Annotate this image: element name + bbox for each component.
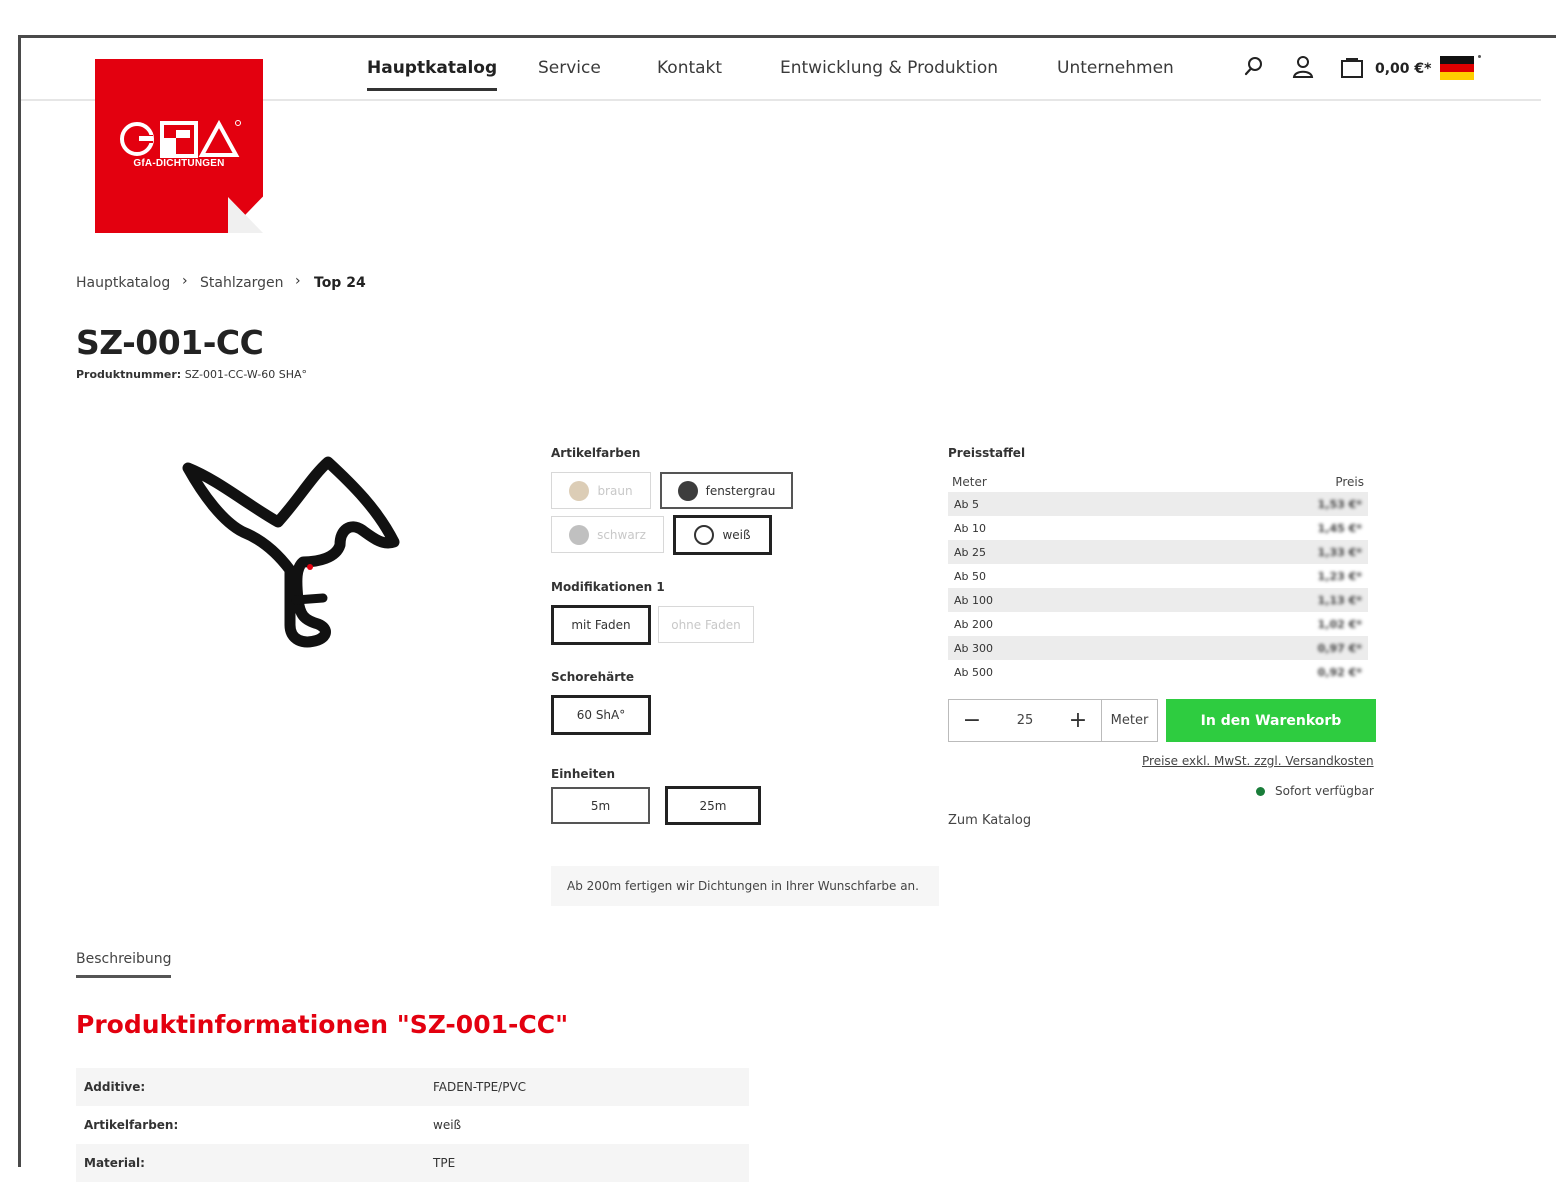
price-row: Ab 10 1,45 €*: [948, 516, 1368, 540]
color-option-schwarz[interactable]: schwarz: [551, 516, 664, 553]
col-price: Preis: [1335, 475, 1364, 489]
price-row: Ab 50 1,23 €*: [948, 564, 1368, 588]
cart-total[interactable]: 0,00 €*: [1375, 61, 1431, 77]
logo-fold-corner: [228, 197, 263, 233]
attr-value: FADEN-TPE/PVC: [433, 1080, 527, 1094]
price-row: Ab 25 1,33 €*: [948, 540, 1368, 564]
tab-beschreibung[interactable]: Beschreibung: [76, 951, 172, 967]
attr-value: weiß: [433, 1118, 462, 1132]
price-table-title: Preisstaffel: [948, 446, 1026, 460]
price-row-meter: Ab 500: [954, 665, 993, 679]
color-label-braun: braun: [597, 483, 633, 498]
price-row: Ab 500 0,92 €*: [948, 660, 1368, 684]
price-row-meter: Ab 25: [954, 545, 987, 559]
price-row-price: 1,23 €*: [1317, 569, 1362, 583]
product-number-label: Produktnummer:: [76, 368, 182, 381]
custom-color-notice: Ab 200m fertigen wir Dichtungen in Ihrer…: [551, 866, 939, 906]
hardness-label: Schorehärte: [551, 670, 635, 684]
product-image[interactable]: [178, 450, 408, 660]
quantity-unit: Meter: [1101, 700, 1157, 741]
breadcrumb-stahlzargen[interactable]: Stahlzargen: [200, 275, 284, 291]
price-row-price: 1,13 €*: [1317, 593, 1362, 607]
mod-option-ohne-faden[interactable]: ohne Faden: [658, 606, 754, 643]
status-dot-icon: [1256, 786, 1265, 796]
mod-option-mit-faden[interactable]: mit Faden: [551, 605, 651, 645]
tax-shipping-link[interactable]: Preise exkl. MwSt. zzgl. Versandkosten: [1142, 754, 1374, 768]
color-option-fenstergrau[interactable]: fenstergrau: [660, 472, 793, 509]
unit-option-25m[interactable]: 25m: [665, 786, 761, 825]
price-row-price: 0,92 €*: [1317, 665, 1362, 679]
breadcrumb-hauptkatalog[interactable]: Hauptkatalog: [76, 275, 170, 291]
chevron-right-icon: ›: [295, 273, 301, 289]
table-row: Additive: FADEN-TPE/PVC: [76, 1068, 749, 1106]
attr-key: Artikelfarben:: [84, 1118, 179, 1132]
product-number: Produktnummer: SZ-001-CC-W-60 SHA°: [76, 368, 307, 381]
add-to-cart-button[interactable]: In den Warenkorb: [1166, 699, 1376, 742]
price-row: Ab 200 1,02 €*: [948, 612, 1368, 636]
color-option-weiss[interactable]: weiß: [673, 515, 772, 555]
product-number-value: SZ-001-CC-W-60 SHA°: [184, 368, 308, 381]
price-row-meter: Ab 200: [954, 617, 993, 631]
swatch-braun: [569, 480, 590, 501]
nav-unternehmen[interactable]: Unternehmen: [1057, 58, 1174, 78]
price-row: Ab 100 1,13 €*: [948, 588, 1368, 612]
attr-value: TPE: [433, 1156, 456, 1170]
attr-key: Material:: [84, 1156, 145, 1170]
col-meter: Meter: [952, 475, 987, 489]
table-row: Artikelfarben: weiß: [76, 1106, 749, 1144]
product-info-heading: Produktinformationen "SZ-001-CC": [76, 1010, 569, 1039]
quantity-input[interactable]: 25: [995, 700, 1055, 741]
minus-icon[interactable]: −: [949, 700, 995, 741]
attributes-table: Additive: FADEN-TPE/PVC Artikelfarben: w…: [76, 1068, 749, 1182]
price-row-meter: Ab 300: [954, 641, 993, 655]
table-row: Material: TPE: [76, 1144, 749, 1182]
flag-germany-icon[interactable]: [1440, 56, 1474, 80]
price-table: Meter Preis Ab 5 1,53 €* Ab 10 1,45 €* Ab …: [948, 472, 1368, 684]
nav-entwicklung-produktion[interactable]: Entwicklung & Produktion: [780, 58, 998, 78]
swatch-weiss: [694, 525, 715, 545]
attr-key: Additive:: [84, 1080, 146, 1094]
cart-icon[interactable]: [1340, 55, 1364, 79]
color-option-braun[interactable]: braun: [551, 472, 651, 509]
colors-label: Artikelfarben: [551, 446, 641, 460]
color-label-weiss: weiß: [722, 528, 751, 542]
availability-text: Sofort verfügbar: [1275, 784, 1374, 798]
availability-status: Sofort verfügbar: [1256, 784, 1374, 798]
price-row-meter: Ab 50: [954, 569, 987, 583]
breadcrumb-top-24[interactable]: Top 24: [314, 275, 366, 291]
back-to-catalog-link[interactable]: Zum Katalog: [948, 813, 1031, 828]
language-dropdown-indicator[interactable]: [1478, 55, 1481, 58]
user-icon[interactable]: [1292, 55, 1314, 79]
price-table-header: Meter Preis: [948, 472, 1368, 492]
color-label-fenstergrau: fenstergrau: [705, 483, 776, 498]
chevron-right-icon: ›: [182, 273, 188, 289]
hardness-option-60[interactable]: 60 ShA°: [551, 695, 651, 735]
price-row-meter: Ab 100: [954, 593, 993, 607]
gfa-logo-mark-icon: [120, 119, 241, 158]
price-row-meter: Ab 5: [954, 497, 980, 511]
quantity-stepper[interactable]: − 25 + Meter: [948, 699, 1158, 742]
units-label: Einheiten: [551, 767, 616, 781]
price-row: Ab 5 1,53 €*: [948, 492, 1368, 516]
nav-hauptkatalog[interactable]: Hauptkatalog: [367, 58, 498, 91]
nav-kontakt[interactable]: Kontakt: [657, 58, 722, 78]
price-row-price: 1,53 €*: [1317, 497, 1362, 511]
swatch-schwarz: [569, 524, 590, 545]
nav-service[interactable]: Service: [538, 58, 601, 78]
price-row: Ab 300 0,97 €*: [948, 636, 1368, 660]
price-row-price: 0,97 €*: [1317, 641, 1362, 655]
plus-icon[interactable]: +: [1055, 700, 1101, 741]
tab-active-indicator: [76, 975, 171, 978]
price-row-price: 1,45 €*: [1317, 521, 1362, 535]
mods-label: Modifikationen 1: [551, 580, 665, 594]
price-row-price: 1,02 €*: [1317, 617, 1362, 631]
unit-option-5m[interactable]: 5m: [551, 787, 650, 824]
price-row-meter: Ab 10: [954, 521, 987, 535]
color-label-schwarz: schwarz: [597, 527, 646, 542]
search-icon[interactable]: [1243, 55, 1265, 77]
brand-name: GfA-DICHTUNGEN: [133, 158, 225, 169]
swatch-fenstergrau: [677, 480, 698, 501]
page-title: SZ-001-CC: [76, 323, 264, 362]
price-row-price: 1,33 €*: [1317, 545, 1362, 559]
